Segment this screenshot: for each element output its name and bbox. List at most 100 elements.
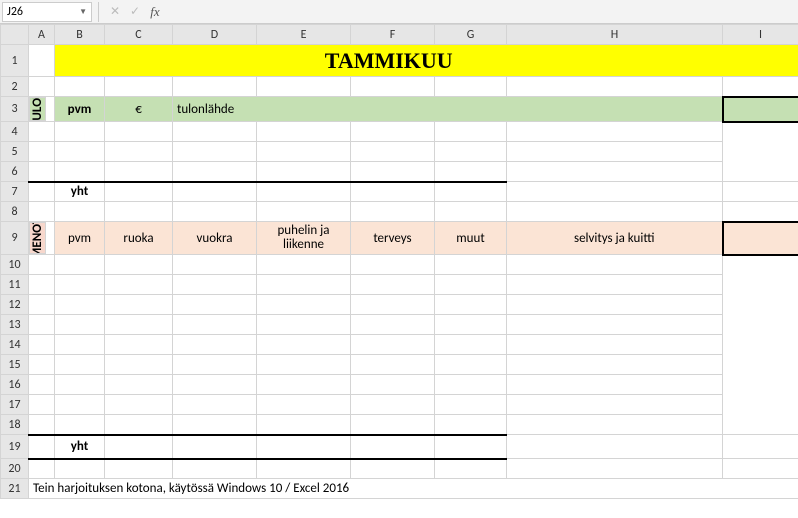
cell[interactable] [351,435,435,459]
cell[interactable] [55,275,105,295]
cell[interactable] [435,122,507,142]
cell[interactable] [435,355,507,375]
cell[interactable] [257,295,351,315]
cell[interactable] [257,275,351,295]
cell[interactable] [55,395,105,415]
cell[interactable] [55,142,105,162]
title-cell[interactable]: TAMMIKUU [55,45,723,77]
cell[interactable] [435,142,507,162]
cell[interactable] [435,435,507,459]
cell[interactable] [257,459,351,479]
row-header[interactable]: 12 [1,295,29,315]
cell[interactable] [29,315,55,335]
menot-header-terveys[interactable]: terveys [351,222,435,255]
cell[interactable] [105,142,173,162]
select-all-corner[interactable] [1,25,29,45]
cell[interactable] [173,202,257,222]
cell[interactable] [257,162,351,182]
menot-label[interactable]: MENOT [29,222,46,254]
cell[interactable] [435,295,507,315]
tulot-header-lahde[interactable]: tulonlähde [173,97,723,122]
cell[interactable] [55,162,105,182]
cell[interactable] [105,435,173,459]
cell[interactable] [105,315,173,335]
cell[interactable] [351,315,435,335]
cell[interactable] [29,459,55,479]
cell[interactable] [507,255,723,275]
col-header-H[interactable]: H [507,25,723,45]
menot-header-muut[interactable]: muut [435,222,507,255]
cell[interactable] [29,415,55,435]
cell[interactable] [173,315,257,335]
cell[interactable] [29,202,55,222]
cell[interactable] [351,459,435,479]
col-header-G[interactable]: G [435,25,507,45]
cell[interactable] [723,459,798,479]
menot-header-selvitys[interactable]: selvitys ja kuitti [507,222,723,255]
cell[interactable] [351,415,435,435]
row-header[interactable]: 2 [1,77,29,97]
cell[interactable] [173,162,257,182]
cell[interactable] [723,435,798,459]
cell[interactable] [29,355,55,375]
cell[interactable] [29,77,55,97]
cell[interactable] [105,355,173,375]
row-header[interactable]: 3 [1,97,29,122]
tulot-header-pvm[interactable]: pvm [55,97,105,122]
cell[interactable] [507,375,723,395]
cell[interactable] [351,182,435,202]
cell[interactable] [55,355,105,375]
col-header-E[interactable]: E [257,25,351,45]
cell[interactable] [257,142,351,162]
row-header[interactable]: 8 [1,202,29,222]
cell[interactable] [435,459,507,479]
fx-icon[interactable]: fx [146,3,164,21]
cell[interactable] [257,335,351,355]
menot-header-vuokra[interactable]: vuokra [173,222,257,255]
row-header[interactable]: 11 [1,275,29,295]
cell[interactable] [105,395,173,415]
cell[interactable] [507,435,723,459]
row-header[interactable]: 20 [1,459,29,479]
cell[interactable] [507,355,723,375]
row-header[interactable]: 19 [1,435,29,459]
col-header-D[interactable]: D [173,25,257,45]
cell[interactable] [257,255,351,275]
cell[interactable] [351,395,435,415]
cell[interactable] [173,275,257,295]
cell[interactable] [351,162,435,182]
cell[interactable] [29,162,55,182]
cell[interactable] [507,295,723,315]
cell[interactable] [257,182,351,202]
cell[interactable] [173,255,257,275]
row-header[interactable]: 17 [1,395,29,415]
cell[interactable] [55,202,105,222]
cell[interactable] [507,162,723,182]
cell[interactable] [257,435,351,459]
formula-input[interactable] [171,2,798,22]
cell[interactable] [29,255,55,275]
row-header[interactable]: 16 [1,375,29,395]
menot-yht[interactable]: yht [55,435,105,459]
cell[interactable] [435,415,507,435]
cell[interactable] [435,77,507,97]
menot-header-puhelin[interactable]: puhelin ja liikenne [257,222,351,255]
cell[interactable] [257,202,351,222]
cell[interactable] [173,375,257,395]
cell[interactable] [507,142,723,162]
cell[interactable] [55,77,105,97]
cell[interactable] [507,182,723,202]
cell[interactable] [55,315,105,335]
cell[interactable] [55,335,105,355]
cell[interactable] [105,255,173,275]
cell[interactable] [351,122,435,142]
cell[interactable] [105,415,173,435]
cell[interactable] [173,295,257,315]
cell[interactable] [105,162,173,182]
cell[interactable] [351,275,435,295]
cell[interactable] [257,395,351,415]
row-header[interactable]: 15 [1,355,29,375]
cell[interactable] [55,295,105,315]
cell[interactable] [351,255,435,275]
row-header[interactable]: 18 [1,415,29,435]
